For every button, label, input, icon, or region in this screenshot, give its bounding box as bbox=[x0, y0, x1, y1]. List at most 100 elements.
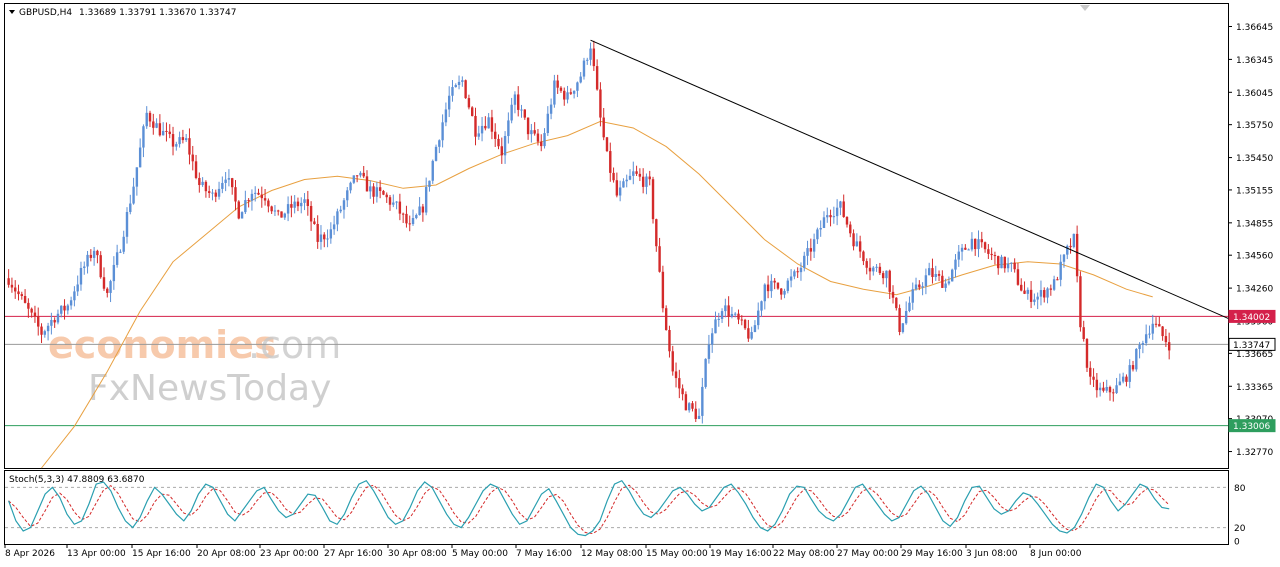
gbpusd-h4-chart[interactable]: economies .com FxNewsToday GBPUSD,H4 1.3… bbox=[0, 0, 1280, 567]
price-tick-label: 1.35155 bbox=[1236, 186, 1273, 196]
candle-body bbox=[277, 210, 280, 212]
candle-body bbox=[546, 113, 550, 134]
candle-body bbox=[533, 130, 536, 134]
candle-body bbox=[355, 175, 359, 177]
candle-body bbox=[921, 286, 924, 288]
price-tag-label-resistance: 1.34002 bbox=[1233, 313, 1270, 323]
candle-body bbox=[579, 76, 582, 83]
candle-body bbox=[641, 176, 645, 187]
candle-body bbox=[135, 167, 139, 187]
candle-body bbox=[964, 247, 967, 250]
candle-body bbox=[885, 270, 888, 279]
candle-body bbox=[760, 301, 763, 311]
candle-body bbox=[106, 288, 109, 293]
candle-body bbox=[142, 126, 145, 148]
candle-body bbox=[540, 141, 543, 147]
candle-body bbox=[401, 213, 405, 215]
candle-body bbox=[563, 90, 566, 100]
ohlc-values: 1.33689 1.33791 1.33670 1.33747 bbox=[79, 8, 236, 18]
price-tick-label: 1.34855 bbox=[1236, 219, 1273, 229]
time-tick-label: 30 Apr 08:00 bbox=[388, 549, 447, 559]
candle-body bbox=[467, 98, 471, 108]
candle-body bbox=[1049, 288, 1053, 290]
candle-body bbox=[109, 281, 112, 293]
candle-body bbox=[30, 308, 33, 313]
candle-body bbox=[1006, 263, 1010, 269]
candle-body bbox=[207, 191, 211, 193]
candle-body bbox=[875, 266, 878, 268]
candle-body bbox=[1052, 279, 1056, 290]
candle-body bbox=[898, 308, 901, 332]
price-tick-label: 1.34560 bbox=[1236, 252, 1273, 262]
time-tick-label: 13 Apr 00:00 bbox=[67, 549, 126, 559]
candle-body bbox=[1112, 392, 1115, 394]
candle-body bbox=[569, 92, 573, 94]
candle-body bbox=[520, 109, 523, 111]
candle-body bbox=[960, 247, 964, 252]
candle-body bbox=[63, 305, 66, 311]
candle-body bbox=[303, 199, 306, 203]
candle-body bbox=[865, 261, 868, 268]
candle-body bbox=[477, 133, 480, 137]
candle-body bbox=[586, 59, 589, 61]
time-tick-label: 27 Apr 16:00 bbox=[324, 549, 383, 559]
candle-body bbox=[464, 80, 467, 99]
candle-body bbox=[1138, 344, 1141, 350]
candle-body bbox=[23, 296, 27, 303]
candle-body bbox=[895, 297, 898, 309]
candle-body bbox=[405, 213, 408, 224]
candle-body bbox=[576, 82, 579, 91]
candle-body bbox=[89, 254, 93, 258]
candle-body bbox=[244, 200, 247, 213]
candle-body bbox=[651, 179, 655, 220]
candle-body bbox=[914, 284, 918, 290]
stoch-label: Stoch(5,3,3) 47.8809 63.6870 bbox=[9, 475, 145, 485]
candle-body bbox=[369, 186, 372, 192]
candle-body bbox=[753, 325, 757, 333]
candle-body bbox=[796, 271, 799, 273]
price-tick-label: 1.33665 bbox=[1236, 350, 1273, 360]
candle-body bbox=[480, 125, 484, 134]
time-tick-label: 15 May 00:00 bbox=[646, 549, 708, 559]
candle-body bbox=[231, 178, 234, 188]
candle-body bbox=[852, 233, 855, 247]
candle-body bbox=[605, 137, 609, 152]
candle-body bbox=[1072, 233, 1076, 248]
candle-body bbox=[411, 218, 415, 225]
candle-body bbox=[342, 200, 346, 210]
candle-body bbox=[648, 176, 651, 180]
candle-body bbox=[727, 305, 730, 317]
candle-body bbox=[947, 281, 951, 284]
candle-body bbox=[20, 294, 23, 297]
candle-body bbox=[421, 206, 425, 213]
candle-body bbox=[1039, 290, 1043, 297]
candle-body bbox=[918, 284, 921, 288]
candle-body bbox=[980, 239, 983, 243]
candle-body bbox=[214, 192, 217, 197]
candle-body bbox=[99, 255, 102, 278]
candle-body bbox=[911, 289, 914, 303]
candle-body bbox=[234, 187, 237, 202]
candle-body bbox=[740, 319, 743, 321]
candle-body bbox=[1167, 342, 1171, 351]
candle-body bbox=[934, 274, 937, 278]
candle-body bbox=[319, 234, 323, 242]
candle-body bbox=[559, 87, 563, 91]
candle-body bbox=[1085, 339, 1089, 368]
candle-body bbox=[112, 264, 116, 282]
candle-body bbox=[385, 194, 388, 198]
candle-body bbox=[14, 287, 17, 292]
candle-body bbox=[523, 109, 527, 118]
candle-body bbox=[17, 291, 20, 295]
candle-body bbox=[1013, 262, 1016, 270]
candle-body bbox=[937, 274, 941, 276]
candle-body bbox=[878, 266, 882, 274]
candle-body bbox=[704, 358, 707, 387]
candle-body bbox=[1069, 245, 1072, 248]
candle-body bbox=[526, 117, 530, 135]
candle-body bbox=[444, 109, 448, 123]
candle-body bbox=[793, 271, 796, 277]
time-tick-label: 15 Apr 16:00 bbox=[132, 549, 191, 559]
candle-body bbox=[1082, 327, 1085, 340]
candle-body bbox=[37, 316, 40, 327]
